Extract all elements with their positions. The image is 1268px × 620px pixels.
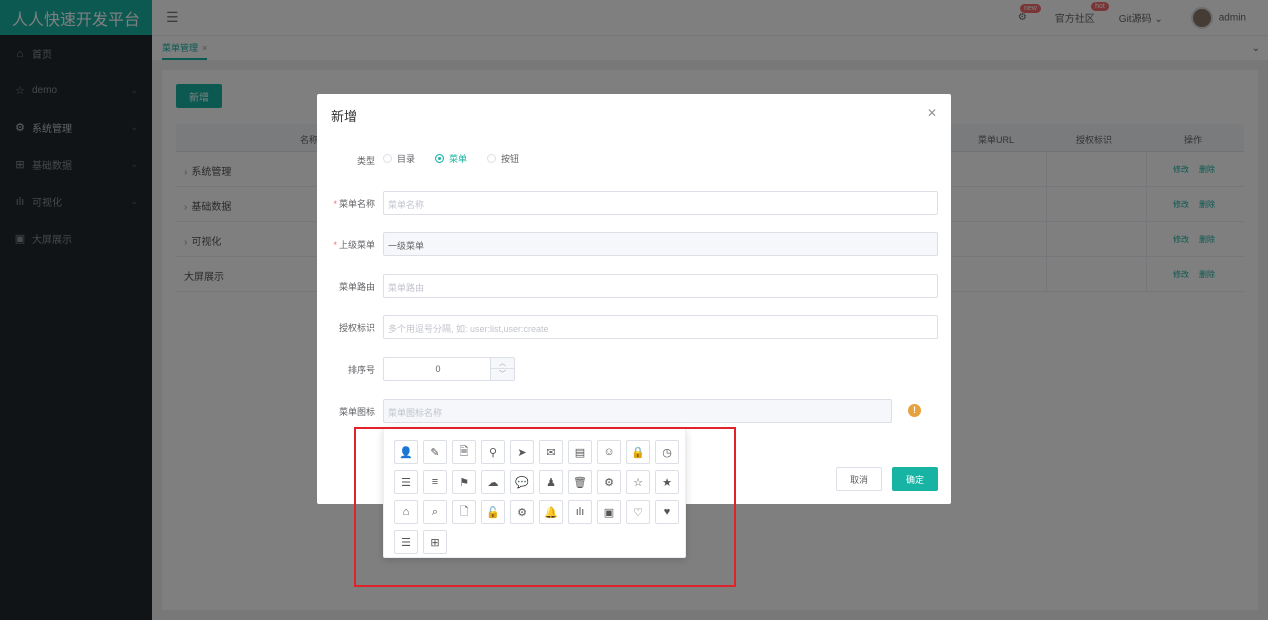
permission-input[interactable]: 多个用逗号分隔, 如: user:list,user:create — [383, 315, 938, 339]
radio-circle — [383, 154, 392, 163]
type-radio-2[interactable]: 按钮 — [487, 152, 519, 165]
radio-circle — [435, 154, 445, 163]
radio-label: 菜单 — [449, 154, 468, 164]
sort-label: 排序号 — [347, 365, 375, 375]
stepper-down-icon[interactable]: ﹀ — [491, 369, 514, 380]
icon-label: 菜单图标 — [338, 407, 375, 417]
type-row: 类型 目录 菜单 按钮 — [317, 148, 951, 172]
dialog-title: 新增 — [331, 109, 358, 124]
sort-row: 排序号 0 ︿ ﹀ — [317, 357, 951, 381]
stepper-arrows: ︿ ﹀ — [490, 358, 514, 380]
type-radio-1[interactable]: 菜单 — [435, 152, 467, 165]
radio-circle — [487, 154, 497, 163]
perm-label: 授权标识 — [338, 323, 375, 333]
icon-name-input[interactable]: 菜单图标名称 — [383, 399, 892, 423]
route-label: 菜单路由 — [338, 282, 375, 292]
icon-row: 菜单图标 菜单图标名称 ! — [317, 399, 951, 423]
radio-label: 按钮 — [501, 154, 520, 164]
sort-value: 0 — [435, 364, 441, 374]
highlight-box — [354, 427, 736, 587]
name-label: * 菜单名称 — [333, 199, 375, 209]
cancel-button[interactable]: 取消 — [836, 467, 882, 491]
parent-menu-input[interactable]: 一级菜单 — [383, 232, 938, 256]
type-radio-0[interactable]: 目录 — [383, 152, 415, 165]
menu-route-input[interactable]: 菜单路由 — [383, 274, 938, 298]
route-row: 菜单路由 菜单路由 — [317, 274, 951, 298]
close-icon[interactable]: ✕ — [927, 106, 937, 120]
parent-row: * 上级菜单 一级菜单 — [317, 232, 951, 256]
parent-label: * 上级菜单 — [333, 240, 375, 250]
radio-label: 目录 — [397, 154, 416, 164]
name-row: * 菜单名称 菜单名称 — [317, 191, 951, 215]
type-radio-group: 目录 菜单 按钮 — [383, 152, 519, 165]
menu-name-input[interactable]: 菜单名称 — [383, 191, 938, 215]
confirm-button[interactable]: 确定 — [892, 467, 938, 491]
stepper-up-icon[interactable]: ︿ — [491, 358, 514, 369]
type-label: 类型 — [356, 156, 375, 166]
warning-icon[interactable]: ! — [908, 404, 921, 417]
perm-row: 授权标识 多个用逗号分隔, 如: user:list,user:create — [317, 315, 951, 339]
sort-stepper[interactable]: 0 ︿ ﹀ — [383, 357, 515, 381]
